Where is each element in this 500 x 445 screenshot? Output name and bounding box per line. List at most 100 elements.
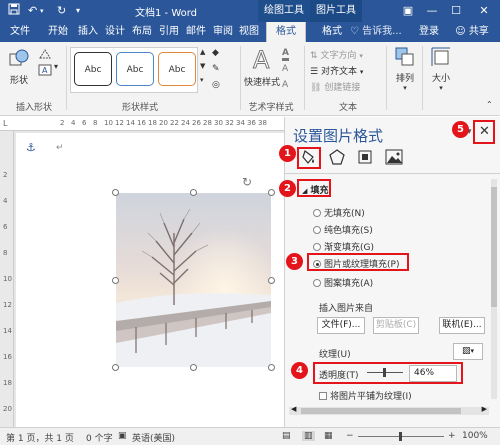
print-layout-icon[interactable]: ▥ bbox=[302, 431, 315, 441]
word-count[interactable]: 0 个字 bbox=[86, 431, 113, 444]
effects-pentagon-icon[interactable] bbox=[329, 149, 345, 168]
radio-no-fill[interactable]: 无填充(N) bbox=[313, 206, 365, 219]
snow-tree-picture[interactable] bbox=[116, 193, 271, 367]
save-icon[interactable] bbox=[8, 3, 20, 20]
shape-effects-icon[interactable]: ◎ bbox=[212, 80, 220, 90]
resize-handle[interactable] bbox=[190, 364, 197, 371]
clipboard-button[interactable]: 剪贴板(C) bbox=[373, 317, 419, 334]
redo-icon[interactable]: ↻ bbox=[57, 3, 66, 19]
pane-scrollbar[interactable] bbox=[491, 179, 497, 399]
size-button[interactable]: 大小 ▾ bbox=[426, 46, 456, 96]
rotate-handle-icon[interactable]: ↻ bbox=[242, 175, 252, 189]
shape-gallery-more-icon[interactable]: ▾ bbox=[54, 62, 58, 71]
minimize-icon[interactable]: — bbox=[422, 2, 442, 20]
undo-icon[interactable]: ↶ bbox=[28, 3, 37, 19]
text-fill-icon[interactable]: A bbox=[282, 48, 289, 61]
shape-fill-icon[interactable]: ◆ bbox=[212, 48, 219, 58]
text-direction-button[interactable]: ⇅ 文字方向 ▾ bbox=[310, 48, 363, 61]
horizontal-ruler[interactable]: L 2 4 6 8 10 12 14 16 18 20 22 24 26 28 30 32 34 36 38 bbox=[0, 117, 284, 131]
customize-qat-icon[interactable]: ▾ bbox=[76, 3, 80, 19]
zoom-slider[interactable] bbox=[358, 432, 444, 441]
tab-view[interactable]: 视图 bbox=[237, 22, 261, 42]
scrollbar-thumb[interactable] bbox=[491, 187, 497, 307]
login-link[interactable]: 登录 bbox=[414, 22, 444, 42]
tab-design[interactable]: 设计 bbox=[103, 22, 127, 42]
tell-me-text: 告诉我... bbox=[362, 26, 402, 37]
quick-styles-button[interactable]: A 快速样式 bbox=[244, 46, 280, 94]
tab-picture-format[interactable]: 格式 bbox=[316, 22, 348, 42]
vertical-ruler[interactable]: 2 4 6 8 10 12 14 16 18 20 bbox=[0, 131, 14, 427]
resize-handle[interactable] bbox=[190, 189, 197, 196]
shape-style-3[interactable]: Abc bbox=[158, 52, 196, 86]
tab-review[interactable]: 审阅 bbox=[211, 22, 235, 42]
scrollbar-thumb[interactable] bbox=[301, 408, 461, 414]
scroll-right-icon[interactable]: ▶ bbox=[482, 405, 487, 413]
status-bar: 第 1 页，共 1 页 0 个字 ▣ 英语(美国) ▤ ▥ ▦ − + 100% bbox=[0, 427, 500, 445]
ribbon-display-options-icon[interactable]: ▣ bbox=[398, 2, 418, 20]
maximize-icon[interactable]: ☐ bbox=[446, 2, 466, 20]
radio-picture-texture-fill[interactable]: 图片或纹理填充(P) bbox=[313, 257, 399, 270]
resize-handle[interactable] bbox=[112, 277, 119, 284]
texture-picker[interactable]: ▨▾ bbox=[453, 343, 483, 360]
gallery-scroll-down-icon[interactable]: ▼ bbox=[200, 62, 205, 70]
pane-hscrollbar[interactable]: ◀ ▶ bbox=[289, 405, 489, 415]
proofing-icon[interactable]: ▣ bbox=[118, 431, 127, 441]
text-box-icon[interactable]: A bbox=[38, 64, 52, 79]
share-button[interactable]: ☺ 共享 bbox=[448, 22, 496, 42]
collapse-ribbon-icon[interactable]: ⌃ bbox=[486, 100, 493, 109]
scroll-left-icon[interactable]: ◀ bbox=[291, 405, 296, 413]
tab-layout[interactable]: 布局 bbox=[130, 22, 154, 42]
tab-references[interactable]: 引用 bbox=[157, 22, 181, 42]
radio-solid-fill[interactable]: 纯色填充(S) bbox=[313, 223, 373, 236]
tab-drawing-format[interactable]: 格式 bbox=[266, 22, 306, 42]
arrange-button[interactable]: 排列 ▾ bbox=[390, 46, 420, 96]
undo-dropdown-icon[interactable]: ▾ bbox=[40, 3, 44, 19]
read-mode-icon[interactable]: ▤ bbox=[282, 431, 291, 441]
zoom-out-icon[interactable]: − bbox=[346, 431, 354, 441]
online-button[interactable]: 联机(E)... bbox=[439, 317, 485, 334]
text-outline-icon[interactable]: A bbox=[282, 64, 288, 74]
layout-properties-icon[interactable] bbox=[357, 149, 373, 168]
resize-handle[interactable] bbox=[268, 277, 275, 284]
fill-line-icon[interactable] bbox=[302, 149, 316, 168]
tile-as-texture-checkbox[interactable]: 将图片平铺为纹理(I) bbox=[319, 389, 412, 402]
tab-insert[interactable]: 插入 bbox=[76, 22, 100, 42]
slider-thumb[interactable] bbox=[382, 368, 386, 377]
tab-home[interactable]: 开始 bbox=[46, 22, 70, 42]
align-text-button[interactable]: ☰ 对齐文本 ▾ bbox=[310, 64, 363, 77]
web-layout-icon[interactable]: ▦ bbox=[324, 431, 333, 441]
resize-handle[interactable] bbox=[112, 364, 119, 371]
resize-handle[interactable] bbox=[112, 189, 119, 196]
shape-style-2[interactable]: Abc bbox=[116, 52, 154, 86]
zoom-in-icon[interactable]: + bbox=[448, 431, 456, 441]
fill-section-header[interactable]: ◢ 填充 bbox=[302, 183, 329, 196]
document-page[interactable]: ⚓ ↵ ↻ bbox=[16, 133, 284, 427]
language[interactable]: 英语(美国) bbox=[132, 431, 175, 444]
tell-me-search[interactable]: ♡ 告诉我... bbox=[350, 24, 402, 40]
file-button[interactable]: 文件(F)... bbox=[317, 317, 365, 334]
page-count[interactable]: 第 1 页，共 1 页 bbox=[6, 431, 74, 444]
gallery-scroll-up-icon[interactable]: ▲ bbox=[200, 48, 205, 56]
close-pane-icon[interactable]: ✕ bbox=[479, 124, 490, 139]
text-effects-icon[interactable]: A bbox=[282, 80, 288, 90]
radio-pattern-fill[interactable]: 图案填充(A) bbox=[313, 276, 373, 289]
tab-selector-icon[interactable]: L bbox=[3, 119, 7, 128]
checkbox-label: 将图片平铺为纹理(I) bbox=[330, 392, 412, 402]
edit-shape-icon[interactable] bbox=[38, 48, 52, 63]
gallery-more-icon[interactable]: ▾ bbox=[200, 76, 204, 84]
radio-gradient-fill[interactable]: 渐变填充(G) bbox=[313, 240, 374, 253]
resize-handle[interactable] bbox=[268, 189, 275, 196]
shape-outline-icon[interactable]: ✎ bbox=[212, 64, 220, 74]
tab-mailings[interactable]: 邮件 bbox=[184, 22, 208, 42]
transparency-slider[interactable] bbox=[367, 368, 403, 377]
close-window-icon[interactable]: ✕ bbox=[474, 2, 494, 20]
create-link-button[interactable]: ⛓ 创建链接 bbox=[310, 80, 360, 93]
transparency-input[interactable]: 46% bbox=[409, 365, 457, 382]
tab-file[interactable]: 文件 bbox=[4, 22, 36, 42]
zoom-level[interactable]: 100% bbox=[462, 431, 488, 441]
resize-handle[interactable] bbox=[268, 364, 275, 371]
shapes-button[interactable]: 形状 bbox=[6, 48, 32, 92]
zoom-slider-thumb[interactable] bbox=[399, 432, 402, 441]
shape-style-1[interactable]: Abc bbox=[74, 52, 112, 86]
picture-icon[interactable] bbox=[385, 149, 403, 168]
